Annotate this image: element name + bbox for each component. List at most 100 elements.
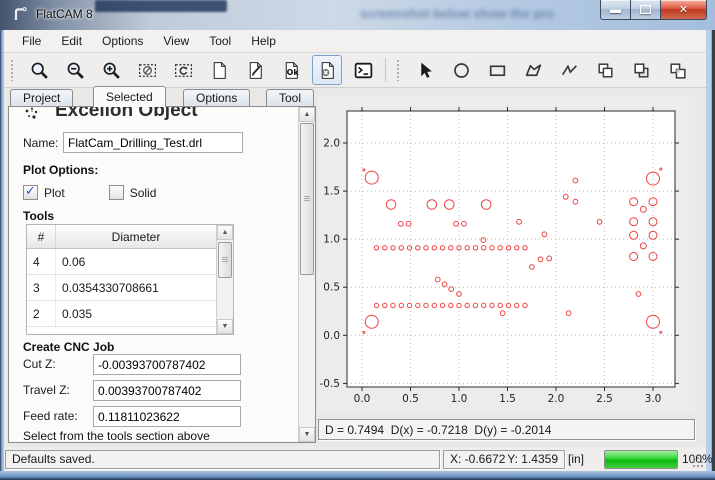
tools-table-header-number[interactable]: # <box>27 225 56 249</box>
update-geometry-ok-icon[interactable]: Ok <box>276 55 306 85</box>
minimize-button[interactable]: ▬ <box>600 0 631 20</box>
menu-tool[interactable]: Tool <box>199 32 241 50</box>
table-cell[interactable]: 2 <box>27 301 56 327</box>
mouse-coordinates: X: -0.6672Y: 1.4359 <box>443 450 565 469</box>
menu-edit[interactable]: Edit <box>51 32 92 50</box>
toolbar-grip[interactable] <box>10 59 15 81</box>
table-row[interactable]: 20.035 <box>27 301 217 327</box>
checkbox-label: Plot <box>44 186 65 200</box>
draw-circle-icon[interactable] <box>446 55 476 85</box>
editor-toolbar <box>407 53 695 87</box>
progress-bar <box>604 450 678 469</box>
table-scrollbar-thumb[interactable] <box>218 242 232 278</box>
svg-text:1.0: 1.0 <box>323 234 340 246</box>
scroll-up-icon[interactable]: ▲ <box>299 107 315 122</box>
cnc-job-label: Create CNC Job <box>23 340 114 354</box>
draw-path-icon[interactable] <box>554 55 584 85</box>
scroll-up-icon[interactable]: ▲ <box>217 225 233 240</box>
cancel-edit-icon[interactable] <box>312 55 342 85</box>
replot-icon[interactable] <box>168 55 198 85</box>
table-row[interactable]: 40.06 <box>27 249 217 275</box>
table-row[interactable]: 30.0354330708661 <box>27 275 217 301</box>
tools-table: #Diameter40.0630.035433070866120.035 ▲ ▼ <box>26 224 234 335</box>
status-bar: Defaults saved. X: -0.6672Y: 1.4359 [in]… <box>4 447 706 471</box>
clear-plot-icon[interactable] <box>132 55 162 85</box>
svg-text:0.5: 0.5 <box>402 393 419 405</box>
tab-tool[interactable]: Tool <box>266 89 314 106</box>
tools-table-header-diameter[interactable]: Diameter <box>56 225 217 249</box>
zoom-out-icon[interactable] <box>60 55 90 85</box>
table-cell[interactable]: 3 <box>27 275 56 301</box>
svg-text:2.0: 2.0 <box>548 393 565 405</box>
toolbar-separator <box>385 58 386 82</box>
name-label: Name: <box>23 136 58 150</box>
svg-text:0.0: 0.0 <box>323 330 340 342</box>
edit-geometry-icon[interactable] <box>240 55 270 85</box>
menu-help[interactable]: Help <box>241 32 286 50</box>
svg-text:0.0: 0.0 <box>354 393 371 405</box>
table-cell[interactable]: 0.06 <box>56 249 217 275</box>
plot-canvas[interactable]: 0.00.51.01.52.02.53.0-0.50.00.51.01.52.0 <box>318 95 695 414</box>
window-border-right <box>706 30 715 480</box>
resize-grip[interactable] <box>693 457 704 468</box>
menu-file[interactable]: File <box>12 32 51 50</box>
polygon-subtract-icon[interactable] <box>626 55 656 85</box>
checkbox-plot[interactable]: Plot <box>23 186 65 200</box>
table-scrollbar[interactable]: ▲ ▼ <box>216 225 233 334</box>
flatcam-window: screenshot below show the pro FlatCAM 8 … <box>0 0 715 480</box>
menu-options[interactable]: Options <box>92 32 153 50</box>
units-label: [in] <box>568 452 584 466</box>
close-button[interactable]: ✕ <box>660 0 707 20</box>
field-label-cutz: Cut Z: <box>23 357 56 371</box>
svg-text:2.0: 2.0 <box>323 138 340 150</box>
title-bar[interactable]: screenshot below show the pro FlatCAM 8 … <box>0 0 715 31</box>
excellon-object-icon <box>23 107 41 123</box>
panel-heading: Excellon Object <box>55 107 198 124</box>
window-border-left <box>0 30 4 480</box>
scroll-down-icon[interactable]: ▼ <box>217 319 233 334</box>
field-input-travelz[interactable] <box>93 380 241 401</box>
maximize-button[interactable] <box>630 0 661 20</box>
table-cell[interactable]: 0.0354330708661 <box>56 275 217 301</box>
checkbox-label: Solid <box>130 186 157 200</box>
new-geometry-icon[interactable] <box>204 55 234 85</box>
svg-text:1.5: 1.5 <box>323 186 340 198</box>
table-cell[interactable]: 0.035 <box>56 301 217 327</box>
name-input[interactable] <box>63 132 243 153</box>
svg-text:1.5: 1.5 <box>499 393 516 405</box>
select-tool-icon[interactable] <box>410 55 440 85</box>
polygon-union-icon[interactable] <box>590 55 620 85</box>
svg-text:1.0: 1.0 <box>451 393 468 405</box>
scroll-down-icon[interactable]: ▼ <box>299 427 315 442</box>
polygon-intersect-icon[interactable] <box>662 55 692 85</box>
draw-rectangle-icon[interactable] <box>482 55 512 85</box>
tools-note: Select from the tools section above <box>23 429 210 443</box>
shell-icon[interactable] <box>348 55 378 85</box>
svg-text:0.5: 0.5 <box>323 282 340 294</box>
panel-scrollbar[interactable]: ▲ ▼ <box>298 107 315 442</box>
panel-scrollbar-thumb[interactable] <box>300 123 314 275</box>
svg-text:2.5: 2.5 <box>596 393 613 405</box>
table-cell[interactable]: 4 <box>27 249 56 275</box>
toolbar: Ok <box>4 53 706 88</box>
plot-options-label: Plot Options: <box>23 163 98 177</box>
tab-selected[interactable]: Selected <box>93 86 166 107</box>
svg-text:Ok: Ok <box>286 67 299 76</box>
field-input-feedrate[interactable] <box>93 406 241 427</box>
field-input-cutz[interactable] <box>93 354 241 375</box>
toolbar-grip[interactable] <box>396 59 401 81</box>
window-border-bottom <box>0 471 715 480</box>
tab-options[interactable]: Options <box>183 89 250 106</box>
draw-polygon-icon[interactable] <box>518 55 548 85</box>
measurement-readout: D = 0.7494 D(x) = -0.7218 D(y) = -0.2014 <box>318 419 695 440</box>
unchecked-checkbox-icon[interactable] <box>109 185 124 200</box>
zoom-in-icon[interactable] <box>96 55 126 85</box>
zoom-fit-icon[interactable] <box>24 55 54 85</box>
menu-view[interactable]: View <box>153 32 199 50</box>
svg-text:3.0: 3.0 <box>645 393 662 405</box>
checked-checkbox-icon[interactable] <box>23 185 38 200</box>
window-title: FlatCAM 8 <box>36 7 93 21</box>
field-label-travelz: Travel Z: <box>23 383 70 397</box>
checkbox-solid[interactable]: Solid <box>109 186 157 200</box>
tab-project[interactable]: Project <box>10 89 73 106</box>
